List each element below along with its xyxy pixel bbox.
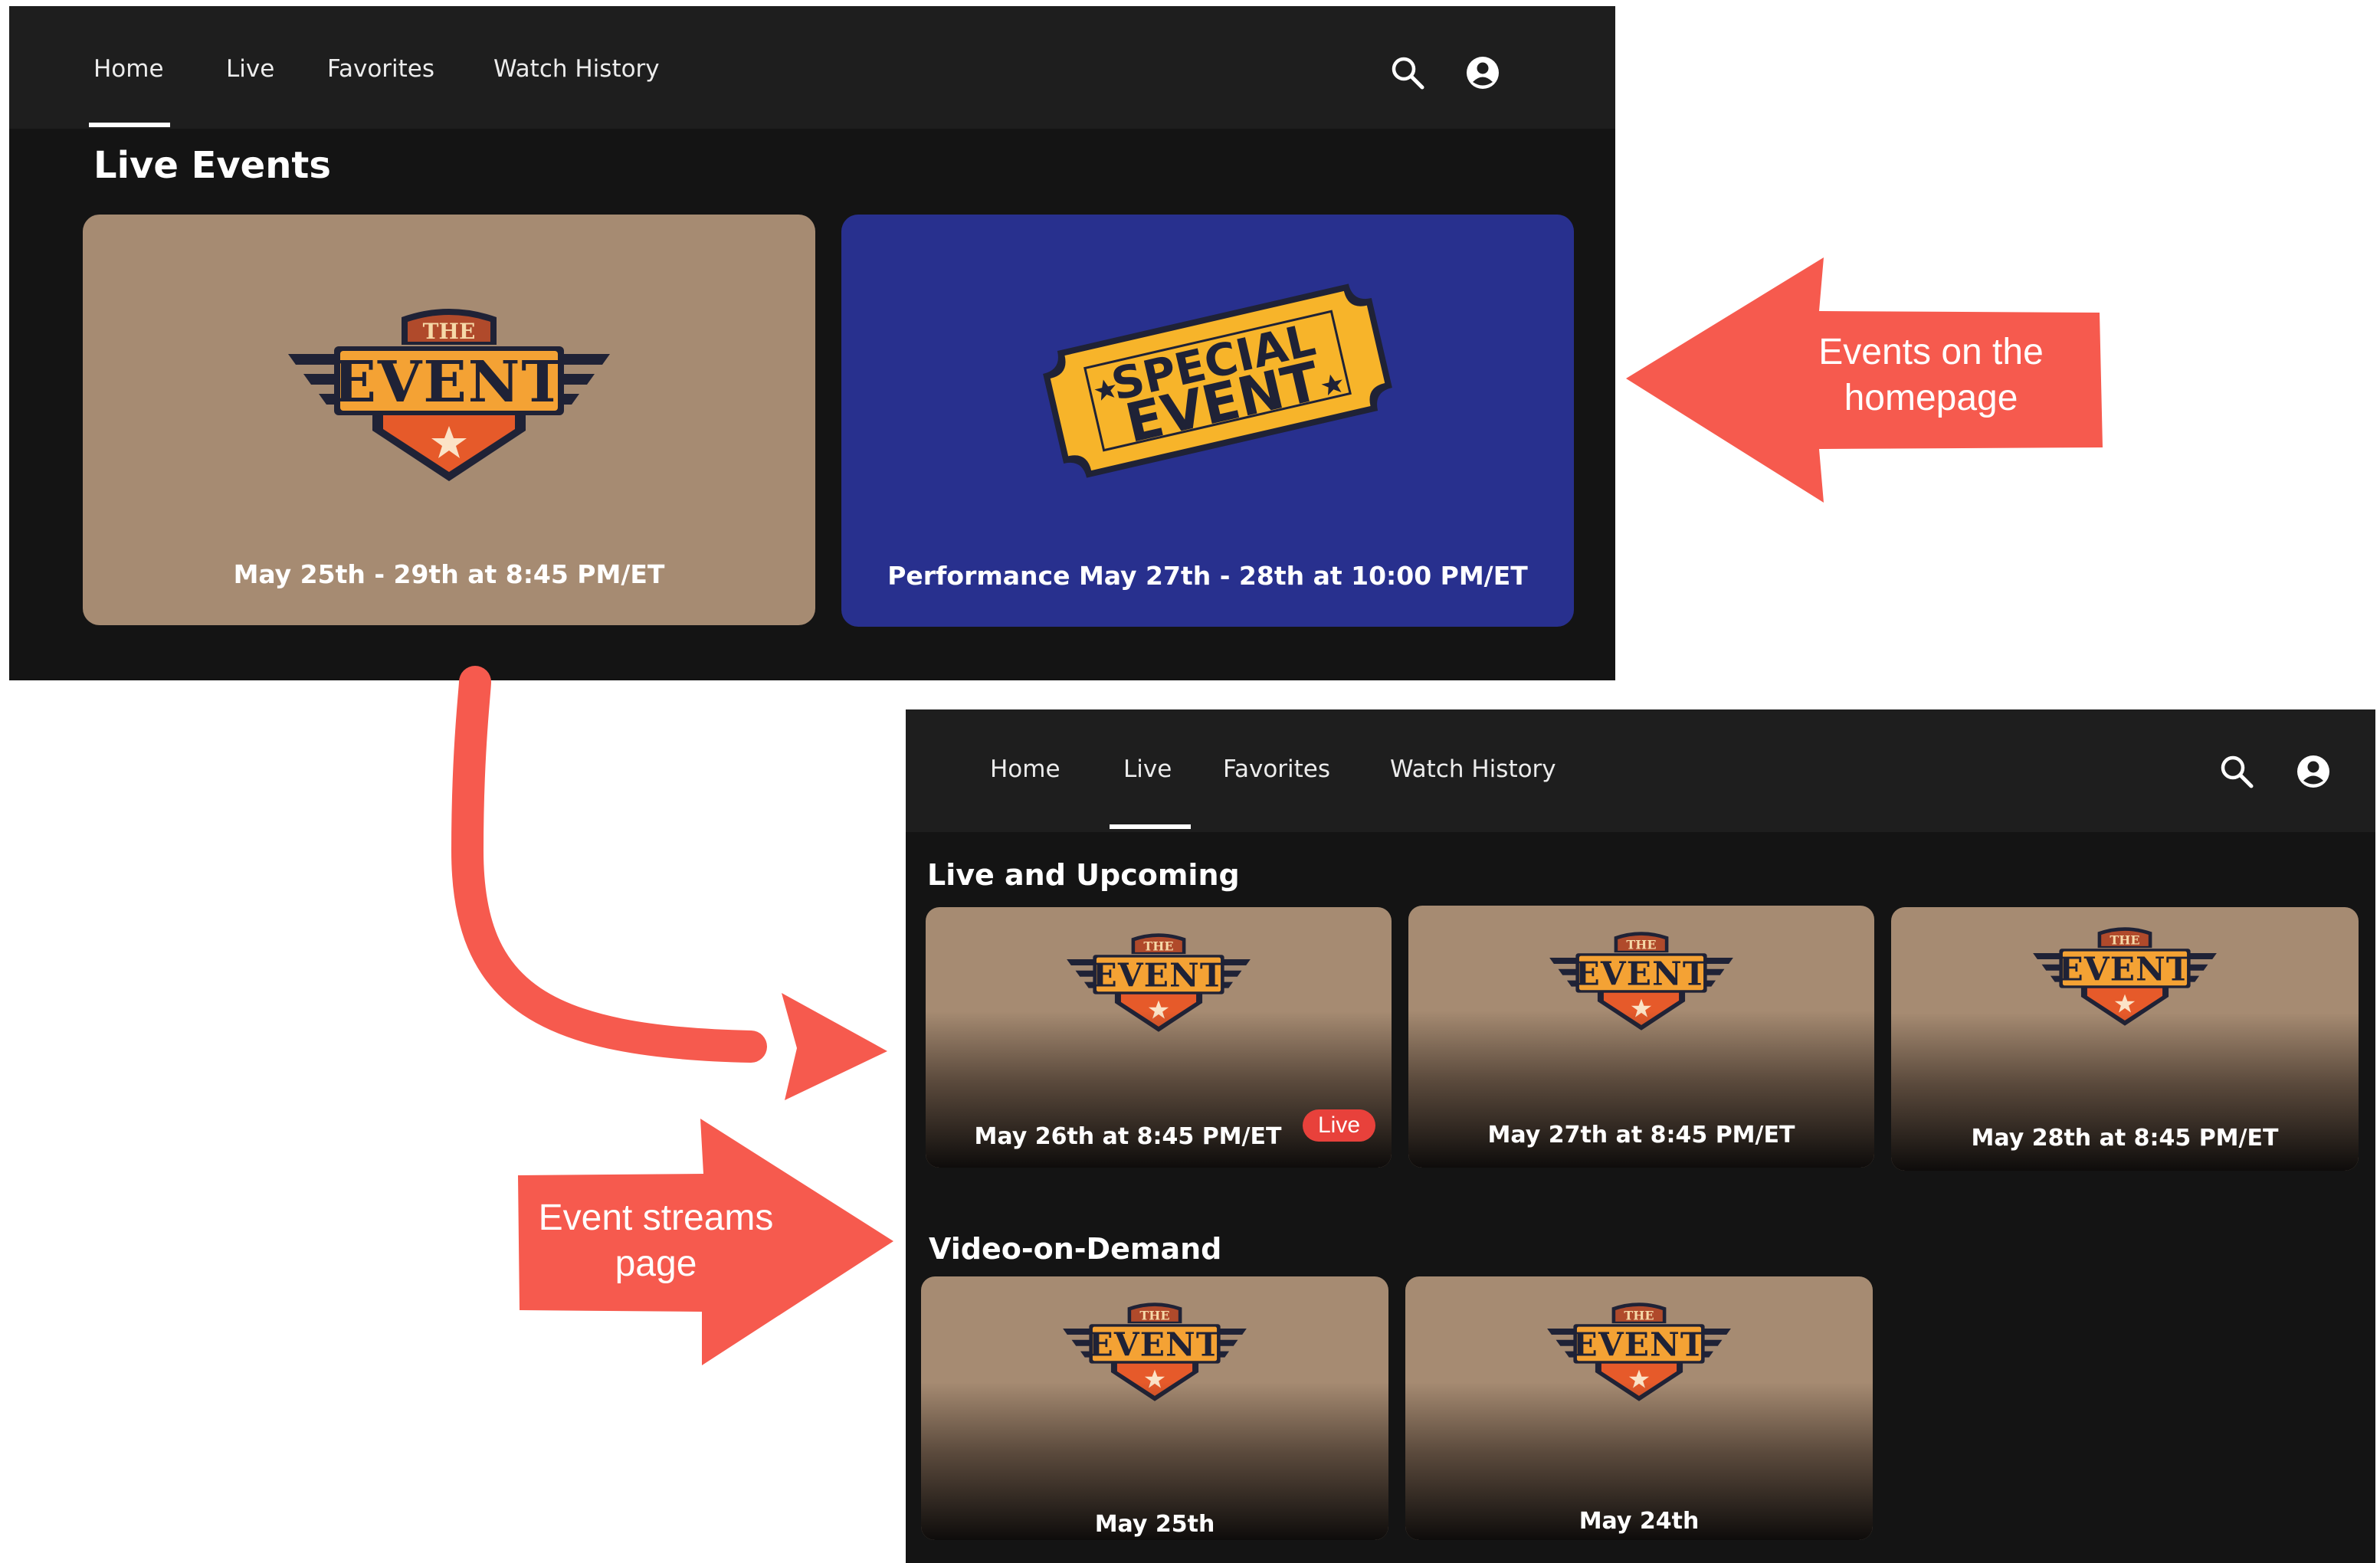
event-logo-icon — [2033, 922, 2217, 1027]
nav-live[interactable]: Live — [226, 55, 274, 83]
event-card[interactable]: May 25th - 29th at 8:45 PM/ET — [83, 215, 815, 625]
search-icon[interactable] — [2218, 752, 2256, 791]
tile-caption: May 25th — [1094, 1511, 1215, 1538]
tile-caption: May 24th — [1578, 1508, 1700, 1535]
tile-caption: May 27th at 8:45 PM/ET — [1487, 1122, 1795, 1148]
live-badge: Live — [1303, 1109, 1376, 1142]
annotation-streams-line2: page — [615, 1244, 697, 1284]
nav-active-indicator — [1110, 824, 1191, 829]
special-event-card[interactable]: SPECIAL EVENT Performance May 27th - 28t… — [841, 215, 1574, 627]
annotation-homepage-line2: homepage — [1844, 378, 2018, 418]
stream-tile[interactable]: May 28th at 8:45 PM/ET — [1891, 907, 2359, 1171]
vod-tile[interactable]: May 25th — [921, 1276, 1388, 1540]
event-logo-icon — [288, 300, 610, 484]
section-title-vod: Video-on-Demand — [929, 1232, 1222, 1266]
account-icon[interactable] — [1464, 54, 1502, 92]
section-title-live-events: Live Events — [93, 144, 331, 187]
ticket-icon: SPECIAL EVENT — [1043, 283, 1392, 478]
search-icon[interactable] — [1388, 54, 1427, 92]
live-page-top-nav: Home Live Favorites Watch History — [906, 709, 2375, 832]
stream-tile[interactable]: May 27th at 8:45 PM/ET — [1408, 906, 1874, 1168]
special-event-card-caption: Performance May 27th - 28th at 10:00 PM/… — [887, 561, 1528, 591]
tile-caption: May 26th at 8:45 PM/ET — [974, 1123, 1282, 1150]
annotation-curved-arrow — [451, 666, 887, 1100]
live-page-panel: Home Live Favorites Watch History Live a… — [906, 709, 2375, 1563]
event-card-caption: May 25th - 29th at 8:45 PM/ET — [233, 559, 665, 589]
account-icon[interactable] — [2294, 752, 2332, 791]
nav-live[interactable]: Live — [1123, 755, 1172, 783]
nav-favorites[interactable]: Favorites — [327, 55, 434, 83]
nav-watch-history[interactable]: Watch History — [493, 55, 660, 83]
nav-active-indicator — [89, 123, 170, 127]
nav-watch-history[interactable]: Watch History — [1390, 755, 1556, 783]
nav-home[interactable]: Home — [93, 55, 164, 83]
tile-caption: May 28th at 8:45 PM/ET — [1971, 1125, 2279, 1152]
vod-tile[interactable]: May 24th — [1405, 1276, 1873, 1540]
section-title-live-upcoming: Live and Upcoming — [927, 858, 1240, 892]
nav-home[interactable]: Home — [990, 755, 1061, 783]
annotation-streams-line1: Event streams — [538, 1198, 774, 1238]
homepage-panel: Home Live Favorites Watch History Live E… — [9, 6, 1615, 680]
stream-tile[interactable]: May 26th at 8:45 PM/ET Live — [926, 907, 1392, 1168]
nav-favorites[interactable]: Favorites — [1223, 755, 1330, 783]
annotation-homepage-line1: Events on the — [1818, 332, 2044, 372]
homepage-top-nav: Home Live Favorites Watch History — [9, 6, 1615, 129]
